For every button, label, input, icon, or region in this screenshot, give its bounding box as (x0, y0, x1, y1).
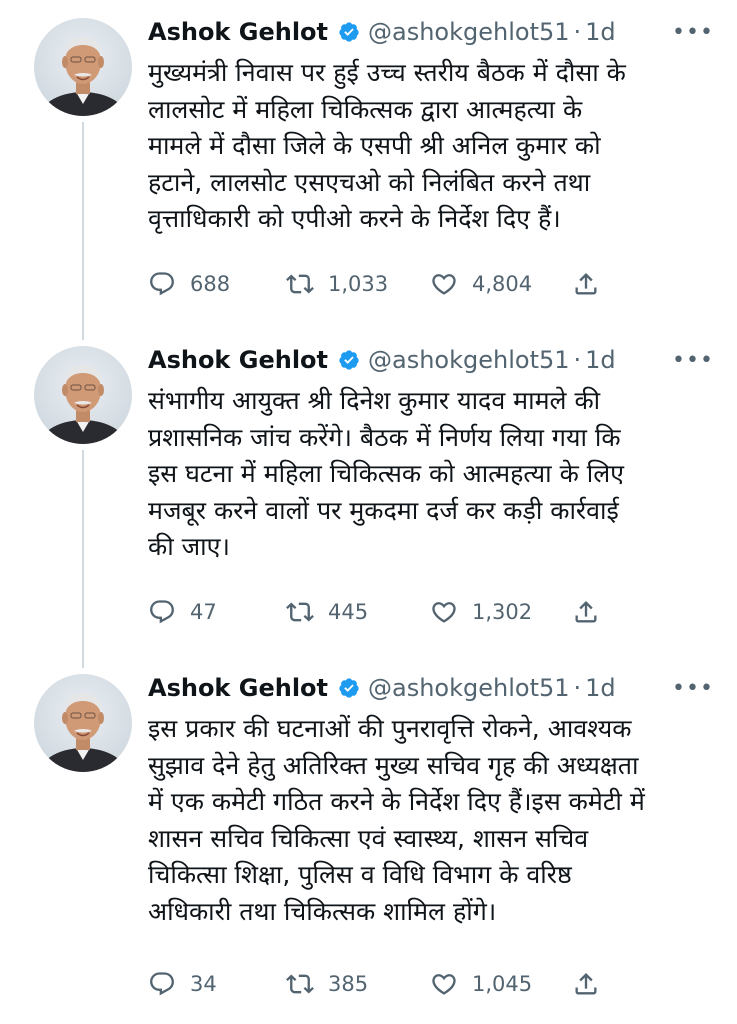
author-handle[interactable]: @ashokgehlot51 (368, 674, 570, 702)
tweet-text: इस प्रकार की घटनाओं की पुनरावृत्ति रोकने… (148, 714, 645, 926)
heart-icon (430, 970, 458, 998)
reply-button[interactable]: 688 (148, 270, 230, 298)
reply-button[interactable]: 34 (148, 970, 217, 998)
separator: · (573, 674, 582, 702)
avatar[interactable] (34, 18, 132, 116)
like-button[interactable]: 4,804 (430, 270, 532, 298)
reply-icon (148, 270, 176, 298)
tweet-actions: 34 385 1,045 (148, 970, 618, 1000)
like-count: 1,045 (472, 972, 533, 996)
author-name[interactable]: Ashok Gehlot (148, 346, 328, 374)
share-icon (572, 270, 600, 298)
tweet[interactable]: Ashok Gehlot @ashokgehlot51 · 1d ••• संभ… (0, 328, 737, 658)
retweet-count: 385 (328, 972, 369, 996)
tweet-header: Ashok Gehlot @ashokgehlot51 · 1d (148, 342, 616, 378)
separator: · (573, 346, 582, 374)
heart-icon (430, 270, 458, 298)
like-button[interactable]: 1,045 (430, 970, 532, 998)
retweet-button[interactable]: 445 (286, 598, 368, 626)
author-handle[interactable]: @ashokgehlot51 (368, 18, 570, 46)
verified-badge-icon (338, 21, 360, 43)
reply-icon (148, 598, 176, 626)
profile-photo-icon (34, 674, 132, 772)
retweet-icon (286, 970, 314, 998)
like-count: 4,804 (472, 272, 533, 296)
share-button[interactable] (572, 598, 614, 626)
share-icon (572, 970, 600, 998)
timestamp[interactable]: 1d (585, 674, 616, 702)
verified-badge-icon (338, 677, 360, 699)
author-handle[interactable]: @ashokgehlot51 (368, 346, 570, 374)
reply-button[interactable]: 47 (148, 598, 217, 626)
retweet-button[interactable]: 385 (286, 970, 368, 998)
tweet[interactable]: Ashok Gehlot @ashokgehlot51 · 1d ••• इस … (0, 656, 737, 1024)
avatar[interactable] (34, 674, 132, 772)
profile-photo-icon (34, 18, 132, 116)
tweet-text: संभागीय आयुक्त श्री दिनेश कुमार यादव माम… (148, 386, 624, 562)
share-icon (572, 598, 600, 626)
tweet[interactable]: Ashok Gehlot @ashokgehlot51 · 1d ••• मुख… (0, 0, 737, 330)
reply-count: 47 (190, 600, 217, 624)
reply-count: 688 (190, 272, 231, 296)
retweet-icon (286, 270, 314, 298)
share-button[interactable] (572, 970, 614, 998)
share-button[interactable] (572, 270, 614, 298)
reply-count: 34 (190, 972, 217, 996)
retweet-button[interactable]: 1,033 (286, 270, 388, 298)
author-name[interactable]: Ashok Gehlot (148, 674, 328, 702)
profile-photo-icon (34, 346, 132, 444)
more-options-icon[interactable]: ••• (672, 678, 714, 700)
tweet-actions: 688 1,033 4,804 (148, 270, 618, 300)
tweet-header: Ashok Gehlot @ashokgehlot51 · 1d (148, 670, 616, 706)
retweet-icon (286, 598, 314, 626)
tweet-text: मुख्यमंत्री निवास पर हुई उच्च स्तरीय बैठ… (148, 58, 626, 234)
separator: · (573, 18, 582, 46)
heart-icon (430, 598, 458, 626)
tweet-actions: 47 445 1,302 (148, 598, 618, 628)
like-button[interactable]: 1,302 (430, 598, 532, 626)
timestamp[interactable]: 1d (585, 18, 616, 46)
verified-badge-icon (338, 349, 360, 371)
like-count: 1,302 (472, 600, 533, 624)
avatar[interactable] (34, 346, 132, 444)
timestamp[interactable]: 1d (585, 346, 616, 374)
retweet-count: 1,033 (328, 272, 389, 296)
retweet-count: 445 (328, 600, 369, 624)
author-name[interactable]: Ashok Gehlot (148, 18, 328, 46)
reply-icon (148, 970, 176, 998)
more-options-icon[interactable]: ••• (672, 350, 714, 372)
more-options-icon[interactable]: ••• (672, 22, 714, 44)
tweet-header: Ashok Gehlot @ashokgehlot51 · 1d (148, 14, 616, 50)
